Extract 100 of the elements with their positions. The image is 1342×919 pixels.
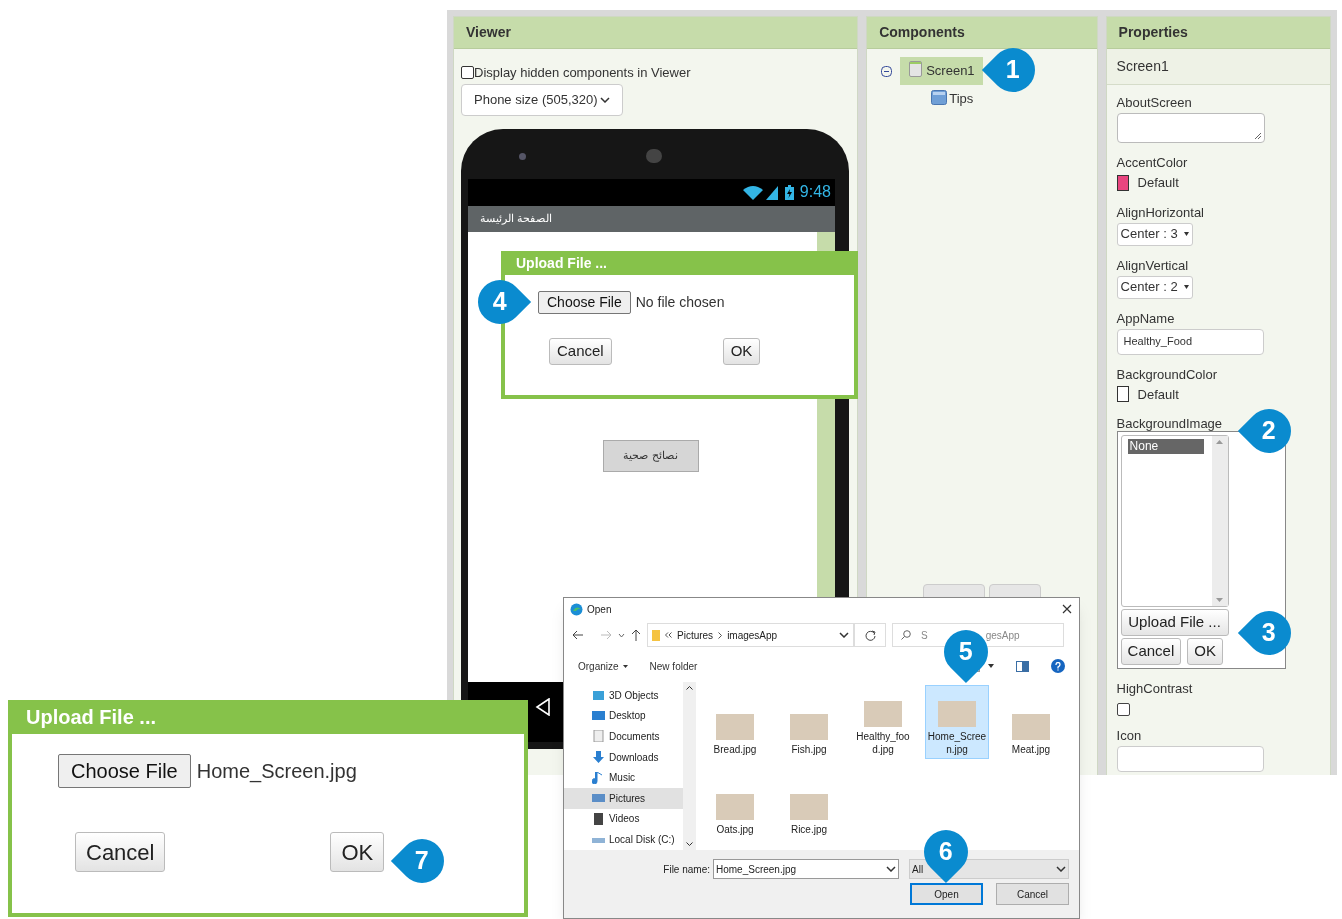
caret-icon xyxy=(622,664,628,668)
navigation-item[interactable]: Downloads xyxy=(564,746,683,768)
scroll-down-icon xyxy=(686,842,693,846)
chevron-icon xyxy=(618,632,625,638)
battery-icon xyxy=(784,184,794,200)
scroll-up-icon xyxy=(686,686,693,690)
text-field[interactable]: Healthy_Food xyxy=(1116,328,1264,355)
search-text: S xyxy=(921,628,928,643)
file-status: Home_Screen.jpg xyxy=(196,759,357,785)
photo-placeholder xyxy=(790,794,828,820)
photo-placeholder xyxy=(790,714,828,740)
chevron-icon xyxy=(1056,866,1066,872)
photo-placeholder xyxy=(938,701,976,727)
upload-file-button[interactable]: Upload File ... xyxy=(1120,609,1229,636)
photo-placeholder xyxy=(716,714,754,740)
ok-button[interactable]: OK xyxy=(330,832,385,872)
navigation-item[interactable]: Pictures xyxy=(564,787,683,809)
cancel-button[interactable]: Cancel xyxy=(996,883,1069,905)
navigation-item[interactable]: 3D Objects xyxy=(564,685,683,706)
selected-component-name: Screen1 xyxy=(1106,49,1330,85)
choose-file-button[interactable]: Choose File xyxy=(58,754,191,788)
chevron-icon xyxy=(886,866,896,872)
color-swatch[interactable] xyxy=(1116,174,1129,191)
panel-header: Properties xyxy=(1106,17,1330,49)
property-label: AccentColor xyxy=(1116,155,1188,171)
ok-button[interactable]: OK xyxy=(722,338,761,365)
cancel-button[interactable]: Cancel xyxy=(75,832,166,872)
screen-title: الصفحة الرئيسة xyxy=(480,211,553,227)
caret-icon xyxy=(988,664,994,668)
chevrons-icon xyxy=(665,632,672,638)
cancel-button[interactable]: Cancel xyxy=(1120,638,1182,665)
file-item[interactable]: Meat.jpg xyxy=(999,685,1063,759)
checkbox[interactable] xyxy=(461,66,474,80)
file-name-field[interactable]: Home_Screen.jpg xyxy=(713,859,899,879)
dialog-title: Open xyxy=(587,602,613,617)
property-label: AppName xyxy=(1116,310,1175,327)
photo-placeholder xyxy=(716,794,754,820)
back-icon xyxy=(535,697,551,716)
refresh-icon xyxy=(864,629,876,641)
tips-button[interactable]: نصائح صحية xyxy=(602,439,699,472)
help-icon[interactable] xyxy=(1051,659,1065,673)
color-swatch[interactable] xyxy=(1116,386,1129,403)
navigation-item[interactable]: Desktop xyxy=(564,705,683,727)
property-label: BackgroundImage xyxy=(1116,416,1223,432)
photo-placeholder xyxy=(1012,714,1050,740)
scroll-down-icon xyxy=(1216,598,1224,602)
property-label: AlignHorizontal xyxy=(1116,204,1204,221)
browser-logo-icon xyxy=(570,602,583,616)
navigation-item[interactable]: Documents xyxy=(564,726,683,747)
status-time: 9:48 xyxy=(799,182,831,202)
open-button[interactable]: Open xyxy=(910,883,983,905)
chevron-icon xyxy=(600,96,610,103)
breadcrumb-item[interactable]: imagesApp xyxy=(727,627,778,643)
scrollbar[interactable] xyxy=(683,682,696,850)
search-icon xyxy=(901,630,911,640)
photo-placeholder xyxy=(864,701,902,727)
asset-list[interactable]: None xyxy=(1120,435,1229,607)
file-item[interactable]: Bread.jpg xyxy=(703,685,767,759)
address-bar[interactable]: Pictures imagesApp xyxy=(647,623,854,647)
list-option[interactable]: None xyxy=(1127,439,1204,454)
property-dropdown[interactable]: Center : 3 xyxy=(1116,222,1193,246)
tree-item[interactable]: Screen1 xyxy=(900,57,983,85)
property-label: HighContrast xyxy=(1116,681,1193,697)
breadcrumb-item[interactable]: Pictures xyxy=(677,627,714,643)
navigation-item[interactable]: Local Disk (C:) xyxy=(564,829,683,850)
new-folder-button[interactable]: New folder xyxy=(649,658,698,674)
color-value: Default xyxy=(1137,385,1179,404)
file-item[interactable]: Rice.jpg xyxy=(777,765,841,839)
panel-header: Viewer xyxy=(454,17,858,49)
navigation-item[interactable]: Music xyxy=(564,767,683,788)
phone-size-dropdown[interactable]: Phone size (505,320) xyxy=(461,83,623,116)
file-item[interactable]: Fish.jpg xyxy=(777,685,841,759)
tree-item[interactable]: Tips xyxy=(923,85,982,113)
text-field[interactable] xyxy=(1116,746,1264,772)
up-arrow-icon xyxy=(631,629,641,641)
organize-button[interactable]: Organize xyxy=(578,658,628,674)
back-arrow-icon xyxy=(572,630,584,640)
property-dropdown[interactable]: Center : 2 xyxy=(1116,275,1193,299)
color-value: Default xyxy=(1137,174,1179,192)
checkbox[interactable] xyxy=(1116,703,1130,716)
file-item[interactable]: Home_Screen.jpg xyxy=(925,685,989,759)
scrollbar[interactable] xyxy=(1211,436,1228,606)
caret-icon xyxy=(1183,285,1189,289)
property-label: Icon xyxy=(1116,728,1142,744)
chevron-icon xyxy=(839,632,849,638)
camera-lens xyxy=(519,152,526,160)
question-mark-icon xyxy=(1055,661,1061,671)
choose-file-button[interactable]: Choose File xyxy=(538,291,631,314)
forward-arrow-icon xyxy=(600,630,612,640)
panel-header: Components xyxy=(867,17,1097,49)
component-icon xyxy=(931,89,948,105)
property-label: AlignVertical xyxy=(1116,257,1189,274)
cancel-button[interactable]: Cancel xyxy=(549,338,612,365)
file-name-label: File name: xyxy=(662,862,711,877)
file-item[interactable]: Oats.jpg xyxy=(703,765,767,839)
navigation-item[interactable]: Videos xyxy=(564,808,683,830)
file-item[interactable]: Healthy_food.jpg xyxy=(851,685,915,759)
ok-button[interactable]: OK xyxy=(1187,638,1223,665)
resize-grip-icon xyxy=(1253,132,1261,139)
refresh-button[interactable] xyxy=(854,623,886,647)
